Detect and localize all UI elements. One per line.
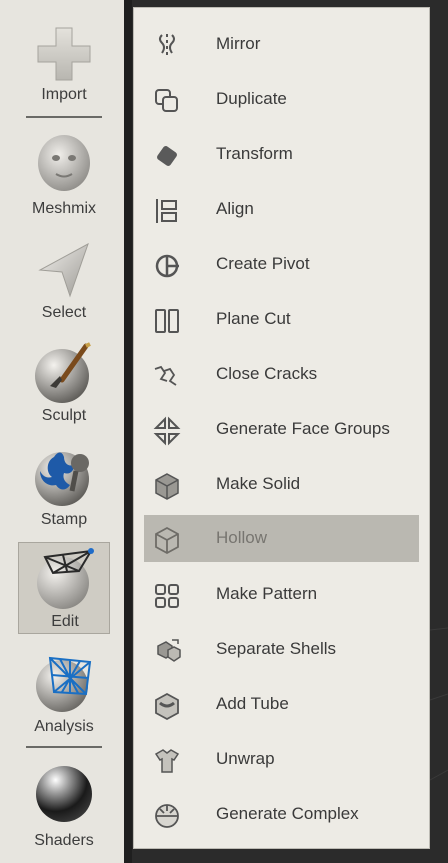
- menu-item-align[interactable]: Align: [144, 186, 419, 233]
- separate-shells-icon: [152, 636, 182, 666]
- menu-item-unwrap[interactable]: Unwrap: [144, 736, 419, 783]
- import-plus-icon: [32, 24, 96, 86]
- generate-complex-icon: [152, 801, 182, 831]
- sculpt-brush-icon: [32, 342, 96, 404]
- sidebar-divider: [26, 746, 102, 748]
- menu-item-duplicate[interactable]: Duplicate: [144, 76, 419, 123]
- edit-menu: Mirror Duplicate Transform Align Create …: [133, 7, 430, 849]
- meshmix-head-icon: [32, 132, 96, 194]
- menu-item-plane-cut[interactable]: Plane Cut: [144, 296, 419, 343]
- menu-item-generate-complex[interactable]: Generate Complex: [144, 791, 419, 838]
- tool-meshmix[interactable]: Meshmix: [18, 128, 110, 224]
- menu-item-label: Make Pattern: [216, 584, 318, 603]
- menu-item-label: Make Solid: [216, 474, 301, 493]
- tool-label: Sculpt: [41, 407, 87, 424]
- menu-item-label: Unwrap: [216, 749, 275, 768]
- select-arrow-icon: [32, 238, 96, 300]
- menu-item-label: Generate Face Groups: [216, 419, 390, 438]
- generate-face-groups-icon: [152, 416, 182, 446]
- menu-item-label: Separate Shells: [216, 639, 337, 658]
- tool-select[interactable]: Select: [18, 234, 110, 326]
- tool-sculpt[interactable]: Sculpt: [18, 338, 110, 430]
- tool-label: Import: [41, 86, 87, 103]
- menu-item-label: Mirror: [216, 34, 261, 53]
- menu-item-add-tube[interactable]: Add Tube: [144, 681, 419, 728]
- mirror-icon: [152, 31, 182, 61]
- tool-label: Shaders: [34, 832, 94, 849]
- sidebar-divider: [26, 116, 102, 118]
- menu-item-label: Add Tube: [216, 694, 289, 713]
- menu-item-make-solid[interactable]: Make Solid: [144, 461, 419, 508]
- menu-item-close-cracks[interactable]: Close Cracks: [144, 351, 419, 398]
- menu-item-label: Duplicate: [216, 89, 287, 108]
- tool-shaders[interactable]: Shaders: [18, 758, 110, 858]
- plane-cut-icon: [152, 306, 182, 336]
- tool-label: Analysis: [34, 718, 94, 735]
- menu-item-create-pivot[interactable]: Create Pivot: [144, 241, 419, 288]
- make-pattern-icon: [152, 581, 182, 611]
- menu-item-separate-shells[interactable]: Separate Shells: [144, 626, 419, 673]
- tool-label: Meshmix: [31, 200, 96, 217]
- tool-stamp[interactable]: Stamp: [18, 441, 110, 533]
- tool-label: Stamp: [40, 511, 88, 528]
- align-icon: [152, 196, 182, 226]
- add-tube-icon: [152, 691, 182, 721]
- close-cracks-icon: [152, 361, 182, 391]
- shaders-sphere-icon: [32, 762, 96, 824]
- menu-item-make-pattern[interactable]: Make Pattern: [144, 571, 419, 618]
- tool-sidebar: Import Meshmix Select Sculpt Stamp Edit …: [0, 0, 126, 863]
- tool-label: Edit: [51, 613, 79, 630]
- analysis-mesh-icon: [32, 652, 96, 714]
- make-solid-icon: [152, 471, 182, 501]
- menu-item-label: Plane Cut: [216, 309, 291, 328]
- menu-item-mirror[interactable]: Mirror: [144, 21, 419, 68]
- menu-item-hollow[interactable]: Hollow: [144, 515, 419, 562]
- menu-item-label: Generate Complex: [216, 804, 359, 823]
- menu-item-label: Transform: [216, 144, 293, 163]
- duplicate-icon: [152, 86, 182, 116]
- menu-item-generate-face-groups[interactable]: Generate Face Groups: [144, 406, 419, 453]
- menu-item-label: Hollow: [216, 528, 268, 547]
- tool-label: Select: [41, 304, 87, 321]
- tool-edit[interactable]: Edit: [18, 542, 110, 634]
- menu-item-label: Close Cracks: [216, 364, 318, 383]
- tool-import[interactable]: Import: [18, 20, 110, 116]
- tool-analysis[interactable]: Analysis: [18, 648, 110, 740]
- menu-item-transform[interactable]: Transform: [144, 131, 419, 178]
- hollow-icon: [152, 525, 182, 555]
- transform-icon: [152, 141, 182, 171]
- unwrap-icon: [152, 746, 182, 776]
- create-pivot-icon: [152, 251, 182, 281]
- menu-item-label: Align: [216, 199, 254, 218]
- edit-mesh-icon: [33, 547, 97, 609]
- stamp-fleur-icon: [32, 445, 96, 507]
- sidebar-edge: [124, 0, 132, 863]
- menu-item-label: Create Pivot: [216, 254, 310, 273]
